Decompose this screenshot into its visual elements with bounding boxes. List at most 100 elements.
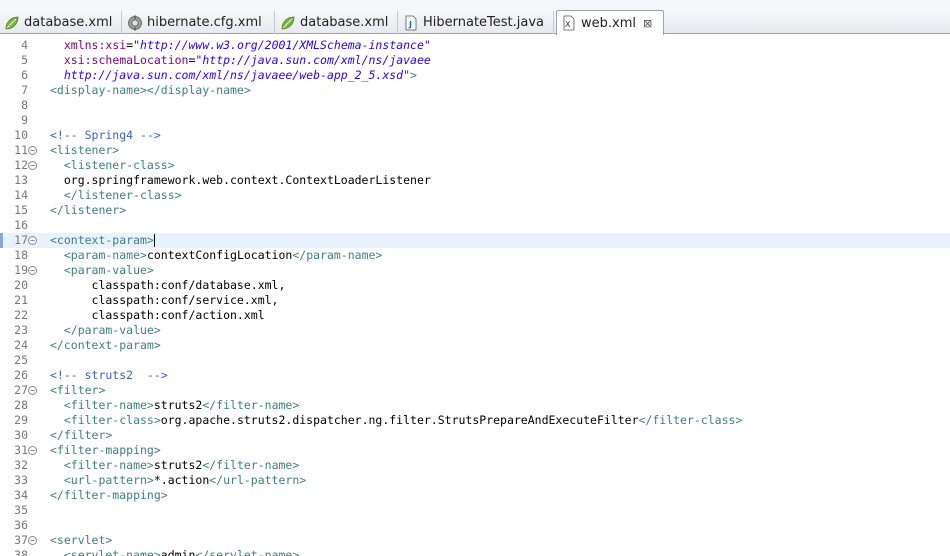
code-line[interactable]: 33 <url-pattern>*.action</url-pattern> bbox=[0, 473, 950, 488]
code-line[interactable]: 21 classpath:conf/service.xml, bbox=[0, 293, 950, 308]
line-number: 21 bbox=[14, 293, 28, 307]
tab-hibernate-cfg-xml[interactable]: hibernate.cfg.xml bbox=[123, 11, 275, 34]
code-line[interactable]: 24 </context-param> bbox=[0, 338, 950, 353]
code-text: <context-param> bbox=[50, 233, 155, 248]
tab-label: HibernateTest.java bbox=[423, 15, 545, 30]
code-line[interactable]: 23 </param-value> bbox=[0, 323, 950, 338]
code-text: <listener-class> bbox=[50, 158, 175, 173]
tab-web-xml[interactable]: X web.xml ⊠ bbox=[556, 10, 664, 35]
xml-source-editor[interactable]: 4 xmlns:xsi="http://www.w3.org/2001/XMLS… bbox=[0, 35, 950, 556]
close-tab-icon[interactable]: ⊠ bbox=[643, 17, 652, 30]
code-token: <!-- Spring4 --> bbox=[50, 128, 161, 142]
code-text: http://java.sun.com/xml/ns/javaee/web-ap… bbox=[50, 68, 417, 83]
tab-label: database.xml bbox=[24, 15, 113, 30]
code-text: </filter-mapping> bbox=[50, 488, 168, 503]
code-line[interactable]: 28 <filter-name>struts2</filter-name> bbox=[0, 398, 950, 413]
code-line[interactable]: 18 <param-name>contextConfigLocation</pa… bbox=[0, 248, 950, 263]
fold-collapse-icon[interactable]: − bbox=[28, 536, 37, 545]
code-text: classpath:conf/action.xml bbox=[50, 308, 265, 323]
line-number: 13 bbox=[14, 173, 28, 187]
line-number: 30 bbox=[14, 428, 28, 442]
spring-leaf-icon bbox=[5, 16, 19, 29]
code-token: xmlns:xsi bbox=[63, 38, 127, 52]
tab-database-xml-1[interactable]: database.xml bbox=[0, 11, 122, 34]
code-text: </listener-class> bbox=[50, 188, 182, 203]
code-text: xmlns:xsi="http://www.w3.org/2001/XMLSch… bbox=[50, 38, 431, 53]
line-number: 25 bbox=[14, 353, 28, 367]
line-number: 16 bbox=[14, 218, 28, 232]
line-number: 23 bbox=[14, 323, 28, 337]
code-text: <!-- struts2 --> bbox=[50, 368, 168, 383]
code-token: </filter> bbox=[50, 428, 113, 442]
line-number: 5 bbox=[21, 53, 28, 67]
code-line[interactable]: 9 bbox=[0, 113, 950, 128]
code-line[interactable]: 34 </filter-mapping> bbox=[0, 488, 950, 503]
code-line[interactable]: 5 xsi:schemaLocation="http://java.sun.co… bbox=[0, 53, 950, 68]
code-line[interactable]: 6 http://java.sun.com/xml/ns/javaee/web-… bbox=[0, 68, 950, 83]
code-line[interactable]: 38 <servlet-name>admin</servlet-name> bbox=[0, 548, 950, 556]
code-token: classpath:conf/service.xml, bbox=[50, 293, 279, 307]
line-number: 10 bbox=[14, 128, 28, 142]
code-line[interactable]: 35 bbox=[0, 503, 950, 518]
code-line[interactable]: 26 <!-- struts2 --> bbox=[0, 368, 950, 383]
code-text: <listener> bbox=[50, 143, 119, 158]
code-token: <!-- struts2 --> bbox=[50, 368, 168, 382]
code-token: "http://www.w3.org/2001/XMLSchema-instan… bbox=[133, 38, 431, 52]
code-line[interactable]: 10 <!-- Spring4 --> bbox=[0, 128, 950, 143]
code-token: <filter-name> bbox=[50, 398, 154, 412]
code-text: <servlet> bbox=[50, 533, 112, 548]
code-line[interactable]: 15 </listener> bbox=[0, 203, 950, 218]
code-line[interactable]: 8 bbox=[0, 98, 950, 113]
code-token: org.springframework.web.context.ContextL… bbox=[50, 173, 431, 187]
code-line[interactable]: 17− <context-param> bbox=[0, 233, 950, 248]
line-number: 33 bbox=[14, 473, 28, 487]
code-token: org.apache.struts2.dispatcher.ng.filter.… bbox=[160, 413, 639, 427]
code-line[interactable]: 7 <display-name></display-name> bbox=[0, 83, 950, 98]
code-token: > bbox=[410, 68, 417, 82]
code-line[interactable]: 37− <servlet> bbox=[0, 533, 950, 548]
code-line[interactable]: 12− <listener-class> bbox=[0, 158, 950, 173]
fold-collapse-icon[interactable]: − bbox=[28, 161, 37, 170]
code-line[interactable]: 31− <filter-mapping> bbox=[0, 443, 950, 458]
code-line[interactable]: 16 bbox=[0, 218, 950, 233]
code-line[interactable]: 11− <listener> bbox=[0, 143, 950, 158]
code-text: <filter-name>struts2</filter-name> bbox=[50, 398, 299, 413]
code-line[interactable]: 30 </filter> bbox=[0, 428, 950, 443]
fold-collapse-icon[interactable]: − bbox=[28, 146, 37, 155]
tab-hibernatetest-java[interactable]: J HibernateTest.java bbox=[399, 11, 554, 34]
code-line[interactable]: 36 bbox=[0, 518, 950, 533]
code-line[interactable]: 29 <filter-class>org.apache.struts2.disp… bbox=[0, 413, 950, 428]
svg-text:J: J bbox=[408, 20, 412, 29]
code-line[interactable]: 27− <filter> bbox=[0, 383, 950, 398]
code-token: </context-param> bbox=[50, 338, 161, 352]
line-number: 14 bbox=[14, 188, 28, 202]
line-number: 6 bbox=[21, 68, 28, 82]
code-line[interactable]: 19− <param-value> bbox=[0, 263, 950, 278]
line-number: 38 bbox=[14, 548, 28, 556]
code-text: <!-- Spring4 --> bbox=[50, 128, 161, 143]
code-text: <filter-class>org.apache.struts2.dispatc… bbox=[50, 413, 743, 428]
code-token: struts2 bbox=[153, 458, 203, 472]
code-text: <display-name></display-name> bbox=[50, 83, 251, 98]
code-text: </context-param> bbox=[50, 338, 161, 353]
code-line[interactable]: 14 </listener-class> bbox=[0, 188, 950, 203]
code-text: classpath:conf/service.xml, bbox=[50, 293, 279, 308]
tab-database-xml-2[interactable]: database.xml bbox=[276, 11, 398, 34]
code-text: <param-name>contextConfigLocation</param… bbox=[50, 248, 383, 263]
code-line[interactable]: 13 org.springframework.web.context.Conte… bbox=[0, 173, 950, 188]
line-number: 18 bbox=[14, 248, 28, 262]
code-text: <param-value> bbox=[50, 263, 154, 278]
fold-collapse-icon[interactable]: − bbox=[28, 236, 37, 245]
code-line[interactable]: 22 classpath:conf/action.xml bbox=[0, 308, 950, 323]
code-line[interactable]: 4 xmlns:xsi="http://www.w3.org/2001/XMLS… bbox=[0, 38, 950, 53]
code-token: <listener> bbox=[50, 143, 120, 157]
code-line[interactable]: 20 classpath:conf/database.xml, bbox=[0, 278, 950, 293]
line-number: 34 bbox=[14, 488, 28, 502]
fold-collapse-icon[interactable]: − bbox=[28, 446, 37, 455]
code-token: struts2 bbox=[153, 398, 203, 412]
fold-collapse-icon[interactable]: − bbox=[28, 386, 37, 395]
fold-collapse-icon[interactable]: − bbox=[28, 266, 37, 275]
line-number: 11 bbox=[14, 143, 28, 157]
code-line[interactable]: 32 <filter-name>struts2</filter-name> bbox=[0, 458, 950, 473]
code-line[interactable]: 25 bbox=[0, 353, 950, 368]
